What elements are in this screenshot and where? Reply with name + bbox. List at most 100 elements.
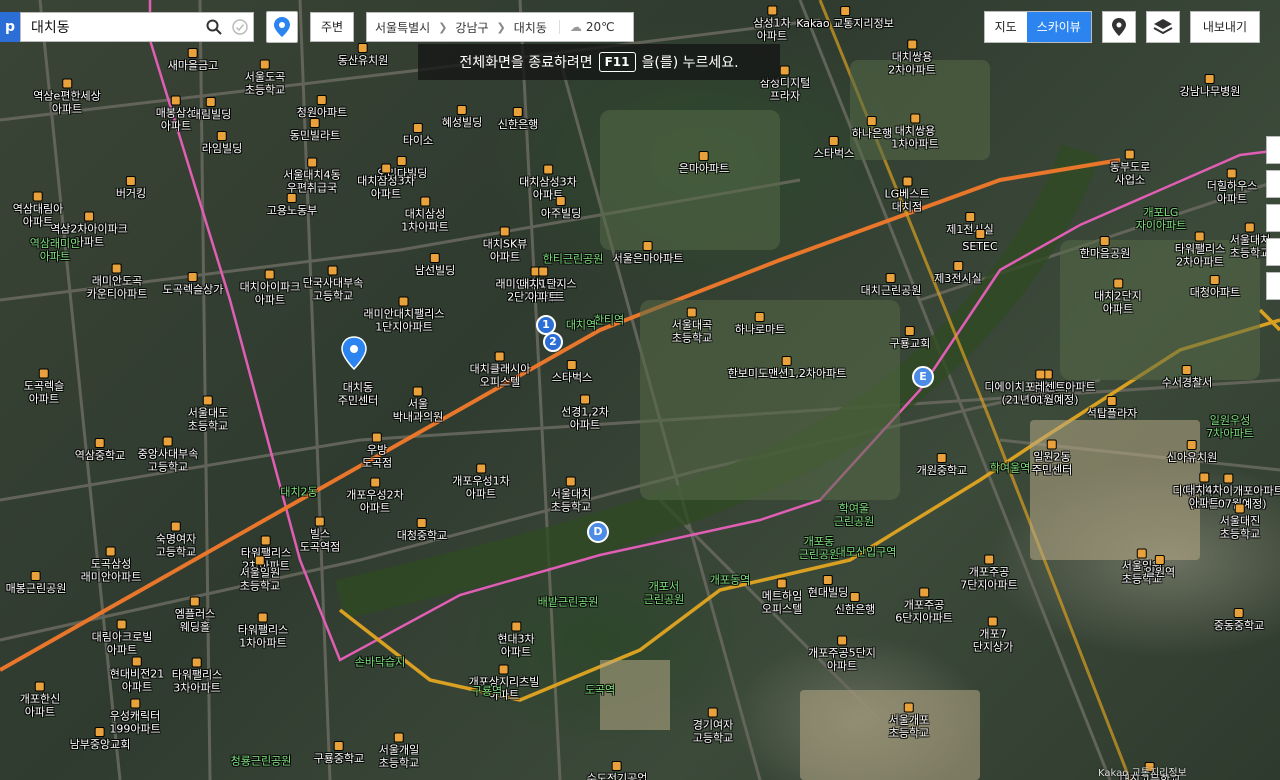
place-label[interactable]: 대치1단지 아파트 [519, 267, 566, 304]
place-label[interactable]: 동민빌라트 [290, 118, 341, 142]
place-label[interactable]: 서울대도 초등학교 [188, 396, 228, 433]
place-label[interactable]: 신한은행 [498, 107, 538, 131]
place-label[interactable]: 역삼e편한세상 아파트 [33, 79, 101, 116]
export-button[interactable]: 내보내기 [1189, 11, 1260, 43]
place-label[interactable]: 아주빌딩 [541, 196, 581, 220]
weather-widget[interactable]: ☁ 20℃ [558, 20, 615, 34]
location-marker[interactable] [340, 336, 368, 371]
place-label[interactable]: 빌스 도곡역점 [300, 517, 340, 554]
breadcrumb-city[interactable]: 서울특별시 [367, 19, 438, 36]
place-label[interactable]: 개포주공 6단지아파트 [895, 588, 953, 625]
breadcrumb-district[interactable]: 강남구 [447, 19, 496, 36]
place-label[interactable]: 대치4차 아파트 [1185, 473, 1222, 510]
place-label[interactable]: 현대3차 아파트 [497, 622, 534, 659]
place-label[interactable]: 일원역 [1145, 555, 1175, 579]
route-pin-2[interactable]: 2 [543, 332, 563, 352]
place-label[interactable]: 선경1,2차 아파트 [561, 395, 609, 432]
place-label[interactable]: 버거킹 [116, 176, 146, 200]
satellite-map[interactable]: 동산유치원 서울도곡 초등학교 청원아파트 동민빌라트 타이소 서울대치4동 우편취급국 오… [0, 0, 1280, 780]
place-label[interactable]: 학여울 근린공원 [834, 502, 874, 528]
place-label[interactable]: 손바닥습지 [355, 656, 406, 669]
place-label[interactable]: 대청아파트 [1190, 275, 1241, 299]
layers-button[interactable] [1145, 11, 1180, 43]
place-label[interactable]: 구룡교회 [890, 326, 930, 350]
place-label[interactable]: 은마아파트 [679, 151, 730, 175]
breadcrumb-dong[interactable]: 대치동 [506, 19, 555, 36]
place-label[interactable]: 도곡렉슬 아파트 [24, 369, 64, 406]
place-label[interactable]: 새마을금고 [168, 48, 219, 72]
place-label[interactable]: 서울개포 초등학교 [889, 703, 929, 740]
place-label[interactable]: 대치역 [566, 319, 596, 332]
place-label[interactable]: 일원우성 7차아파트 [1206, 414, 1253, 440]
place-label[interactable]: 매봉근린공원 [6, 571, 67, 595]
place-label[interactable]: 대림빌딩 [191, 97, 231, 121]
place-label[interactable]: 제3전시실 [934, 261, 981, 285]
place-label[interactable]: 타워팰리스 3차아파트 [172, 658, 223, 695]
place-label[interactable]: 개포우성1차 아파트 [452, 464, 510, 501]
place-label[interactable]: 대청중학교 [397, 518, 448, 542]
side-tool-view[interactable] [1266, 136, 1280, 164]
search-bar[interactable]: 대치동 [20, 12, 254, 42]
route-pin-d[interactable]: D [587, 521, 609, 543]
place-label[interactable]: 스타벅스 [814, 136, 854, 160]
place-label[interactable]: 한보미도맨션1,2차아파트 [728, 356, 847, 380]
place-label[interactable]: 일원2동 주민센터 [1032, 440, 1072, 477]
place-label[interactable]: 혜성빌딩 [442, 105, 482, 129]
place-label[interactable]: 중앙사대부속 고등학교 [138, 437, 199, 474]
place-label[interactable]: 개포동 근린공원 [799, 535, 839, 561]
place-label[interactable]: 대치삼성3차 아파트 [357, 164, 415, 201]
place-label[interactable]: 청원아파트 [297, 95, 348, 119]
place-label[interactable]: 개원중학교 [917, 453, 968, 477]
roadview-button[interactable] [1101, 11, 1136, 43]
place-label[interactable]: 한티역 [594, 314, 624, 327]
place-label[interactable]: 타이소 [403, 123, 433, 147]
search-icon[interactable] [201, 14, 227, 40]
place-label[interactable]: 서울대곡 초등학교 [672, 308, 712, 345]
place-label[interactable]: 개포주공 7단지아파트 [960, 555, 1018, 592]
place-label[interactable]: 대림아크로빌 아파트 [92, 620, 153, 657]
place-label[interactable]: 엠플러스 웨딩홀 [175, 597, 215, 634]
place-label[interactable]: 대모산입구역 [836, 546, 897, 559]
place-label[interactable]: 개포LG 자이아파트 [1136, 206, 1187, 232]
place-label[interactable]: 대치삼성 1차아파트 [401, 197, 448, 234]
place-label[interactable]: 동산유치원 [338, 43, 389, 67]
check-icon[interactable] [227, 14, 253, 40]
place-label[interactable]: 수도전기공업 [587, 761, 648, 780]
place-label[interactable]: 대치근린공원 [861, 273, 922, 297]
place-label[interactable]: 대치2동 [280, 486, 317, 499]
place-label[interactable]: 경기여자 고등학교 [693, 708, 733, 745]
place-label[interactable]: 한마음공원 [1080, 236, 1131, 260]
side-tool-measure[interactable] [1266, 204, 1280, 232]
place-label[interactable]: 래미안대치팰리스 1단지아파트 [364, 297, 445, 334]
place-label[interactable]: 메트하임 오피스텔 [762, 579, 802, 616]
place-label[interactable]: 개포주공5단지 아파트 [808, 636, 876, 673]
place-label[interactable]: 대치쌍용 1차아파트 [891, 114, 938, 151]
current-location-button[interactable] [266, 11, 298, 43]
place-label[interactable]: 대치클래시아 오피스텔 [470, 352, 531, 389]
search-input[interactable]: 대치동 [21, 17, 201, 37]
place-label[interactable]: 남선빌딩 [415, 253, 455, 277]
place-label[interactable]: 학여울역 [990, 462, 1030, 475]
place-label[interactable]: 구룡중학교 [314, 741, 365, 765]
place-label[interactable]: 배밭근린공원 [538, 596, 599, 609]
place-label[interactable]: 숙명여자 고등학교 [156, 522, 196, 559]
place-label[interactable]: 한티근린공원 [543, 253, 604, 266]
place-label[interactable]: 남부중앙교회 [70, 727, 131, 751]
place-label[interactable]: 개포한신 아파트 [20, 682, 60, 719]
place-label[interactable]: 서울개일 초등학교 [379, 733, 419, 770]
place-label[interactable]: 신한은행 [835, 592, 875, 616]
place-label[interactable]: 서울대치4동 우편취급국 [283, 158, 341, 195]
place-label[interactable]: 라임빌딩 [202, 131, 242, 155]
place-label[interactable]: 도곡역 [585, 684, 615, 697]
place-label[interactable]: 고용노동부 [267, 193, 318, 217]
nearby-button[interactable]: 주변 [310, 12, 354, 42]
place-label[interactable]: 강남나무병원 [1180, 74, 1241, 98]
map-type-skyview[interactable]: 스카이뷰 [1026, 12, 1091, 42]
place-label[interactable]: 더힐하우스 아파트 [1207, 169, 1258, 206]
place-label[interactable]: 역삼중학교 [75, 438, 126, 462]
place-label[interactable]: 역삼대림아 아파트 [13, 192, 64, 229]
place-label[interactable]: 개포서 근린공원 [644, 580, 684, 606]
app-logo[interactable]: p [0, 12, 20, 42]
place-label[interactable]: 타워팰리스 2차아파트 [1175, 232, 1226, 269]
place-label[interactable]: 스타벅스 [552, 360, 592, 384]
